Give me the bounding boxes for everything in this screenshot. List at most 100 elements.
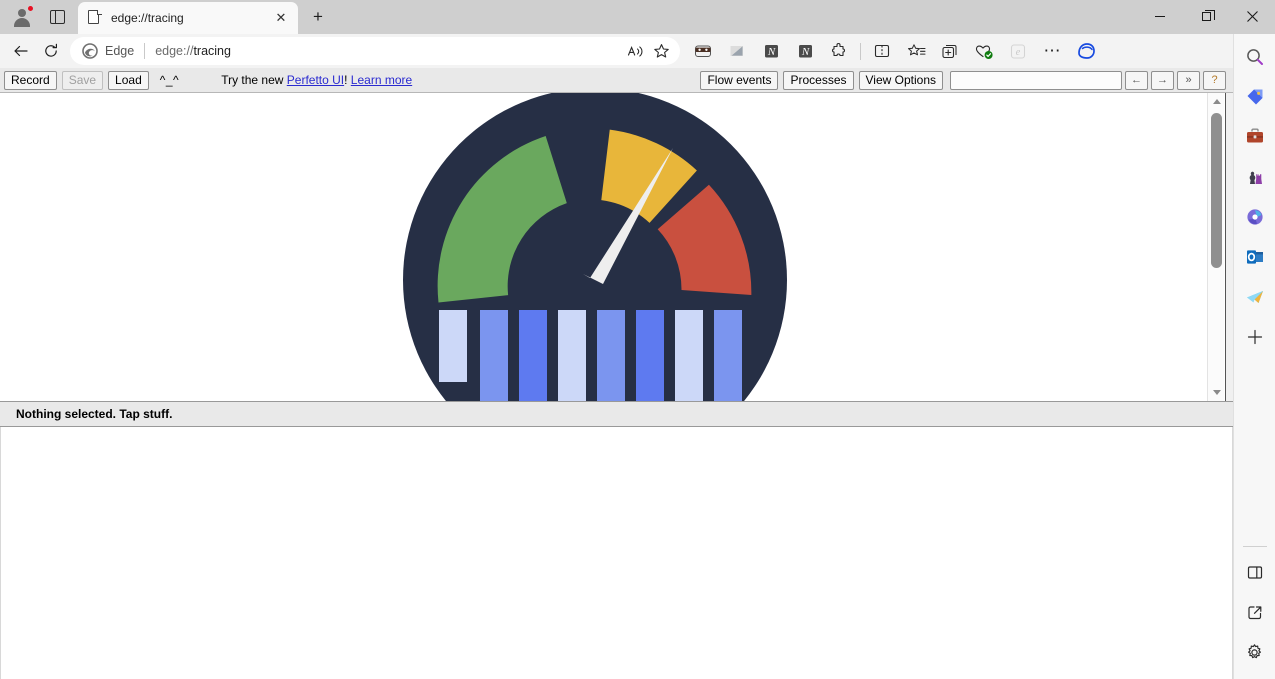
svg-text:e: e [1016,47,1021,58]
tab-search-icon [50,10,65,24]
perfetto-ui-link[interactable]: Perfetto UI [287,73,344,87]
sidebar-item-settings[interactable] [1238,635,1272,669]
toolbar-divider [860,43,861,60]
grey-arrow-extension-button[interactable] [720,37,754,65]
emoticon-label: ^_^ [160,73,179,87]
minimize-button[interactable] [1137,0,1183,32]
view-options-button[interactable]: View Options [859,71,943,90]
navigation-bar: Edge edge://tracing [0,34,1275,68]
n-extension-button[interactable]: N [754,37,788,65]
scroll-up-button[interactable] [1208,93,1225,110]
open-in-new-window-icon [1246,604,1264,621]
robot-mask-extension-button[interactable] [686,37,720,65]
scrollbar-thumb[interactable] [1211,113,1222,268]
sidebar-item-microsoft365[interactable] [1238,200,1272,234]
address-bar[interactable]: Edge edge://tracing [70,37,680,65]
split-screen-button[interactable] [865,37,899,65]
tab-title: edge://tracing [111,11,272,25]
omnibox-divider [144,43,145,59]
restore-button[interactable] [1183,0,1229,32]
add-tab-group-icon [941,43,959,60]
save-button[interactable]: Save [62,71,103,90]
settings-and-more-button[interactable]: ⋯ [1035,37,1069,65]
sidebar-item-outlook[interactable] [1238,240,1272,274]
help-button[interactable]: ? [1203,71,1226,90]
tracing-app: Record Save Load ^_^ Try the new Perfett… [0,68,1233,679]
scroll-down-button[interactable] [1208,384,1225,401]
search-input[interactable] [950,71,1122,90]
tab-close-button[interactable]: ✕ [272,9,290,27]
profile-button[interactable] [4,2,40,32]
sidebar-item-games[interactable] [1238,160,1272,194]
sidebar-item-customize[interactable] [1238,555,1272,589]
sidebar-settings-icon [1245,643,1264,662]
copilot-icon [1075,40,1097,62]
tab-search-button[interactable] [40,2,74,32]
briefcase-tools-icon [1245,127,1265,147]
sidebar-item-add-app[interactable] [1238,320,1272,354]
load-button[interactable]: Load [108,71,149,90]
scroll-up-arrow-icon [1213,99,1221,104]
close-icon [1247,11,1258,22]
sidebar-item-tools[interactable] [1238,120,1272,154]
extensions-button[interactable] [822,37,856,65]
n-extension-button-2[interactable]: N [788,37,822,65]
favorite-star-icon [653,43,670,59]
refresh-button[interactable] [36,37,66,65]
omnibox-brand-label: Edge [105,44,134,58]
status-text: Nothing selected. Tap stuff. [16,407,172,421]
tracing-details-pane [0,427,1233,679]
telegram-icon [1245,287,1265,307]
sidebar-item-open-new-window[interactable] [1238,595,1272,629]
add-favorite-button[interactable] [648,39,674,63]
svg-text:N: N [766,46,775,58]
browser-essentials-button[interactable] [967,37,1001,65]
games-icon [1245,167,1265,187]
sidebar-item-search[interactable] [1238,40,1272,74]
search-next-button[interactable]: → [1151,71,1174,90]
chrome-tracing-gauge-logo [403,93,787,401]
overflow-button[interactable]: » [1177,71,1200,90]
page-icon [88,10,102,26]
learn-more-link[interactable]: Learn more [351,73,412,87]
extensions-toolbar: N N [686,37,1103,65]
browser-essentials-icon [974,43,994,60]
tracing-toolbar: Record Save Load ^_^ Try the new Perfett… [0,68,1233,93]
read-aloud-button[interactable] [622,39,648,63]
search-icon [1245,47,1265,67]
tracing-canvas[interactable] [0,93,1233,401]
search-prev-button[interactable]: ← [1125,71,1148,90]
collections-button[interactable] [899,37,933,65]
svg-text:N: N [800,46,809,58]
restore-icon [1202,12,1211,21]
processes-button[interactable]: Processes [783,71,853,90]
browser-window: edge://tracing ✕ + [0,0,1275,679]
omnibox-url-path: tracing [193,44,231,58]
add-sidebar-app-icon [1246,328,1264,346]
e-profile-button[interactable]: e [1001,37,1035,65]
tracing-canvas-right-edge [1225,93,1233,401]
close-button[interactable] [1229,0,1275,32]
new-tab-button[interactable]: + [304,3,332,31]
sidebar-item-telegram[interactable] [1238,280,1272,314]
puzzle-piece-icon [830,42,848,60]
window-controls [1137,0,1275,32]
back-button[interactable] [6,37,36,65]
perfetto-promo: Try the new Perfetto UI! Learn more [221,73,412,87]
perfetto-promo-prefix: Try the new [221,73,287,87]
tracing-vertical-scrollbar[interactable] [1207,93,1224,401]
split-screen-icon [873,43,891,59]
add-tab-group-button[interactable] [933,37,967,65]
omnibox-url-scheme: edge:// [155,44,193,58]
copilot-button[interactable] [1069,37,1103,65]
shopping-tag-icon [1245,87,1265,107]
e-profile-icon: e [1009,43,1027,60]
record-button[interactable]: Record [4,71,57,90]
flow-events-button[interactable]: Flow events [700,71,778,90]
sidebar-item-shopping[interactable] [1238,80,1272,114]
sidebar-divider [1243,546,1267,547]
profile-notification-dot [27,5,34,12]
tab-edge-tracing[interactable]: edge://tracing ✕ [78,2,298,34]
collections-icon [907,43,926,59]
scroll-down-arrow-icon [1213,390,1221,395]
